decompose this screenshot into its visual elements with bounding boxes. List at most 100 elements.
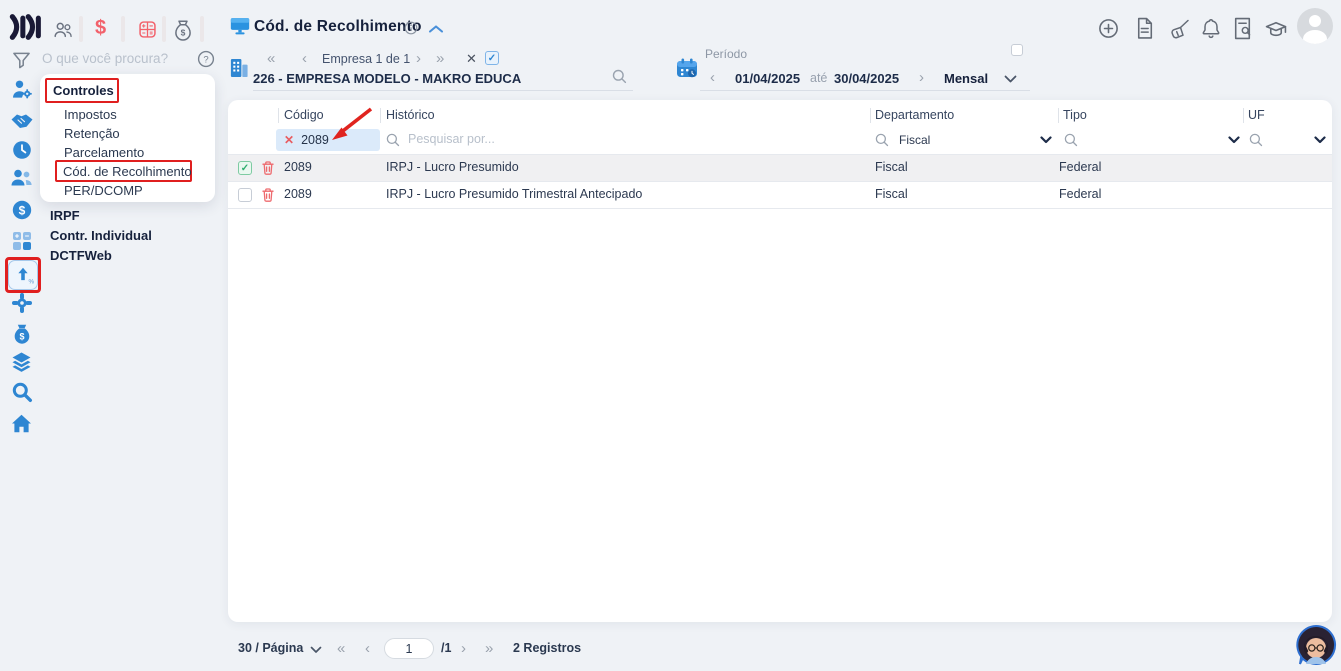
company-underline [253, 90, 633, 91]
company-name: 226 - EMPRESA MODELO - MAKRO EDUCA [253, 71, 522, 86]
historico-filter-placeholder[interactable]: Pesquisar por... [408, 132, 495, 146]
table-row[interactable]: 2089 IRPJ - Lucro Presumido Fiscal Feder… [228, 155, 1332, 181]
first-page-icon[interactable]: « [337, 640, 345, 657]
dollar-icon[interactable]: $ [95, 17, 106, 40]
person-gear-icon[interactable] [11, 78, 33, 100]
avatar-body [1303, 30, 1327, 44]
calculator-grid-icon[interactable] [11, 230, 33, 252]
users-rail-icon[interactable] [10, 167, 33, 188]
row-checkbox[interactable] [238, 188, 252, 202]
search-input[interactable] [42, 51, 187, 66]
arrow-up-percent-icon[interactable]: % [8, 260, 38, 290]
page-input[interactable]: 1 [384, 638, 434, 659]
money-bag-rail-icon[interactable]: $ [11, 322, 33, 346]
row-checkbox[interactable] [238, 161, 252, 175]
page-number: 1 [405, 641, 413, 656]
info-icon[interactable] [404, 21, 418, 35]
column-divider [278, 108, 279, 123]
calculator-icon[interactable] [137, 19, 158, 40]
clock-icon[interactable] [11, 139, 33, 161]
users-icon[interactable] [52, 19, 74, 41]
company-search-icon[interactable] [612, 69, 627, 84]
cell-historico: IRPJ - Lucro Presumido Trimestral Anteci… [386, 187, 643, 201]
next-company-icon[interactable]: › [416, 50, 421, 67]
menu-item-contr-individual[interactable]: Contr. Individual [50, 228, 152, 243]
clear-filter-icon[interactable]: ✕ [284, 133, 294, 147]
column-header-tipo[interactable]: Tipo [1063, 108, 1087, 122]
file-search-icon[interactable] [1232, 17, 1253, 40]
user-avatar[interactable] [1297, 8, 1333, 44]
divider [79, 16, 83, 42]
column-header-uf[interactable]: UF [1248, 108, 1265, 122]
trash-icon[interactable] [261, 187, 275, 203]
menu-item-impostos[interactable]: Impostos [64, 107, 117, 122]
money-bag-icon[interactable]: $ [172, 18, 194, 42]
records-count: 2 Registros [513, 641, 582, 655]
plus-circle-icon[interactable] [1098, 18, 1119, 39]
column-header-codigo[interactable]: Código [284, 108, 324, 122]
page-total: /1 [441, 641, 452, 655]
per-page-chevron-icon[interactable] [310, 646, 322, 654]
first-company-icon[interactable]: « [267, 50, 275, 67]
menu-item-retencao[interactable]: Retenção [64, 126, 120, 141]
menu-item-irpf[interactable]: IRPF [50, 208, 80, 223]
handshake-icon[interactable] [10, 110, 34, 130]
menu-item-per-dcomp[interactable]: PER/DCOMP [64, 183, 143, 198]
divider [121, 16, 125, 42]
annotation-box-active-module: % [5, 257, 41, 293]
gear-icon[interactable] [11, 292, 33, 314]
last-page-icon[interactable]: » [485, 640, 493, 657]
table-row[interactable]: 2089 IRPJ - Lucro Presumido Trimestral A… [228, 182, 1332, 208]
file-icon[interactable] [1134, 17, 1155, 40]
column-header-departamento[interactable]: Departamento [875, 108, 954, 122]
help-icon[interactable]: ? [197, 50, 215, 68]
clear-company-icon[interactable]: ✕ [466, 51, 477, 67]
broom-icon[interactable] [1168, 18, 1192, 40]
tipo-filter-search-icon [1064, 133, 1078, 147]
period-label: Período [705, 47, 748, 61]
svg-text:?: ? [203, 55, 208, 66]
menu-item-parcelamento[interactable]: Parcelamento [64, 145, 144, 160]
dollar-circle-icon[interactable]: $ [11, 199, 33, 221]
period-mode-value[interactable]: Mensal [944, 71, 988, 86]
prev-period-icon[interactable]: ‹ [710, 69, 715, 86]
period-until-label: até [810, 71, 828, 85]
tipo-filter-chevron-icon[interactable] [1228, 136, 1240, 144]
period-underline [700, 90, 1030, 91]
uf-filter-chevron-icon[interactable] [1314, 136, 1326, 144]
last-company-icon[interactable]: » [436, 50, 444, 67]
period-start-date[interactable]: 01/04/2025 [735, 71, 800, 86]
menu-item-cod-recolhimento[interactable]: Cód. de Recolhimento [63, 164, 192, 179]
home-icon[interactable] [10, 413, 33, 434]
graduation-cap-icon[interactable] [1264, 18, 1288, 39]
prev-page-icon[interactable]: ‹ [365, 640, 370, 657]
cell-codigo: 2089 [284, 160, 312, 174]
column-divider [1243, 108, 1244, 123]
column-header-historico[interactable]: Histórico [386, 108, 435, 122]
assistant-avatar[interactable] [1295, 624, 1337, 666]
filter-funnel-icon[interactable] [12, 51, 31, 69]
trash-icon[interactable] [261, 160, 275, 176]
next-period-icon[interactable]: › [919, 69, 924, 86]
codigo-filter-chip[interactable]: ✕ 2089 [276, 129, 380, 151]
company-checkbox[interactable] [485, 51, 499, 65]
prev-company-icon[interactable]: ‹ [302, 50, 307, 67]
app-logo [9, 13, 41, 41]
bell-icon[interactable] [1201, 17, 1221, 40]
collapse-chevron-up-icon[interactable] [428, 24, 444, 34]
monitor-icon [230, 17, 250, 36]
layers-icon[interactable] [10, 351, 33, 373]
period-end-date[interactable]: 30/04/2025 [834, 71, 899, 86]
company-position-label: Empresa 1 de 1 [322, 52, 411, 66]
period-checkbox[interactable] [1011, 44, 1023, 56]
svg-text:$: $ [181, 28, 186, 38]
departamento-filter-chevron-icon[interactable] [1040, 136, 1052, 144]
search-rail-icon[interactable] [11, 381, 33, 403]
departamento-filter-value[interactable]: Fiscal [899, 133, 930, 147]
menu-section-controles[interactable]: Controles [53, 83, 114, 98]
per-page-selector[interactable]: 30 / Página [238, 641, 303, 655]
menu-item-dctfweb[interactable]: DCTFWeb [50, 248, 112, 263]
period-mode-chevron-icon[interactable] [1004, 75, 1017, 84]
page-title: Cód. de Recolhimento [254, 18, 422, 35]
next-page-icon[interactable]: › [461, 640, 466, 657]
